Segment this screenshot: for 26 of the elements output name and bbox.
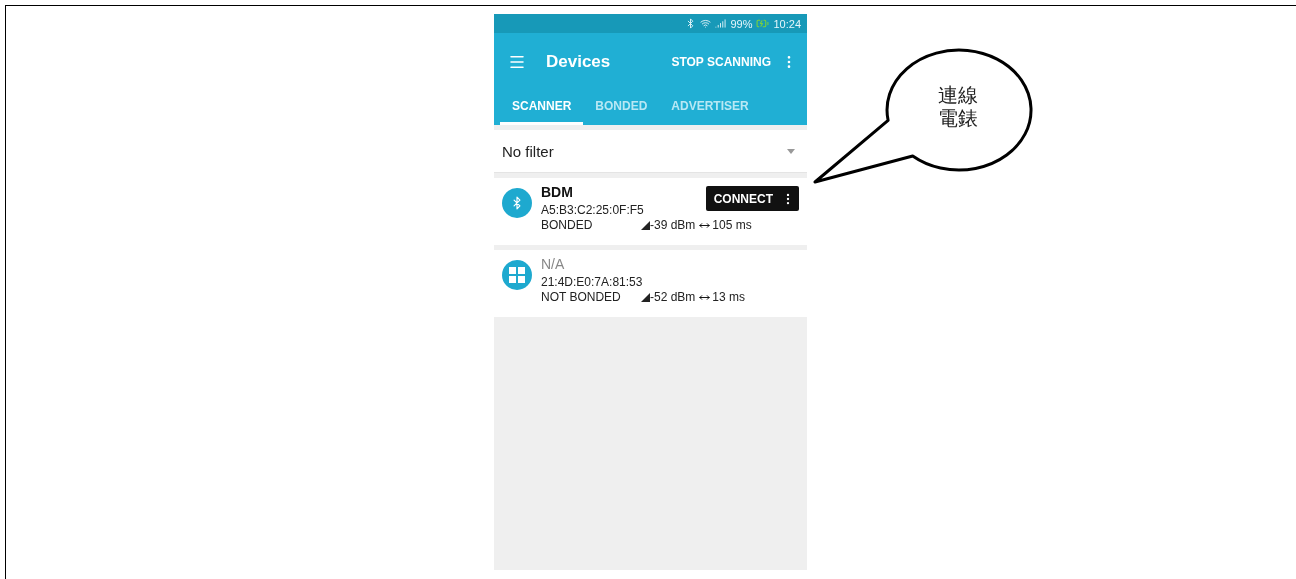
wifi-icon <box>700 18 712 29</box>
rssi: -52 dBm <box>650 290 696 304</box>
bond-state: BONDED <box>541 218 594 232</box>
clock: 10:24 <box>773 17 801 30</box>
device-row[interactable]: N/A 21:4D:E0:7A:81:53 NOT BONDED -52 dBm 13 ms <box>494 250 807 317</box>
connect-button[interactable]: CONNECT <box>705 186 799 211</box>
grid-avatar-icon <box>502 260 532 290</box>
signal-icon <box>641 292 650 302</box>
device-row[interactable]: BDM CONNECT A5:B3:C2:25:0F:F5 BONDED -39 dBm 105 ms <box>494 178 807 245</box>
device-name: BDM <box>541 184 573 200</box>
dropdown-caret-icon <box>787 148 795 154</box>
filter-dropdown[interactable]: No filter <box>494 130 807 173</box>
bluetooth-avatar-icon <box>502 188 532 218</box>
device-name: N/A <box>541 256 565 272</box>
device-address: A5:B3:C2:25:0F:F5 <box>541 203 644 217</box>
device-address: 21:4D:E0:7A:81:53 <box>541 275 643 289</box>
rssi: -39 dBm <box>650 218 696 232</box>
callout-text: 連線電錶 <box>938 84 978 130</box>
app-title: Devices <box>546 51 612 72</box>
battery-icon <box>756 17 770 30</box>
interval: 105 ms <box>712 218 752 232</box>
bond-state: NOT BONDED <box>541 290 622 304</box>
battery-percentage: 99% <box>730 17 753 30</box>
interval: 13 ms <box>712 290 746 304</box>
signal-icon <box>641 220 650 230</box>
cellular-signal-icon <box>715 18 727 29</box>
